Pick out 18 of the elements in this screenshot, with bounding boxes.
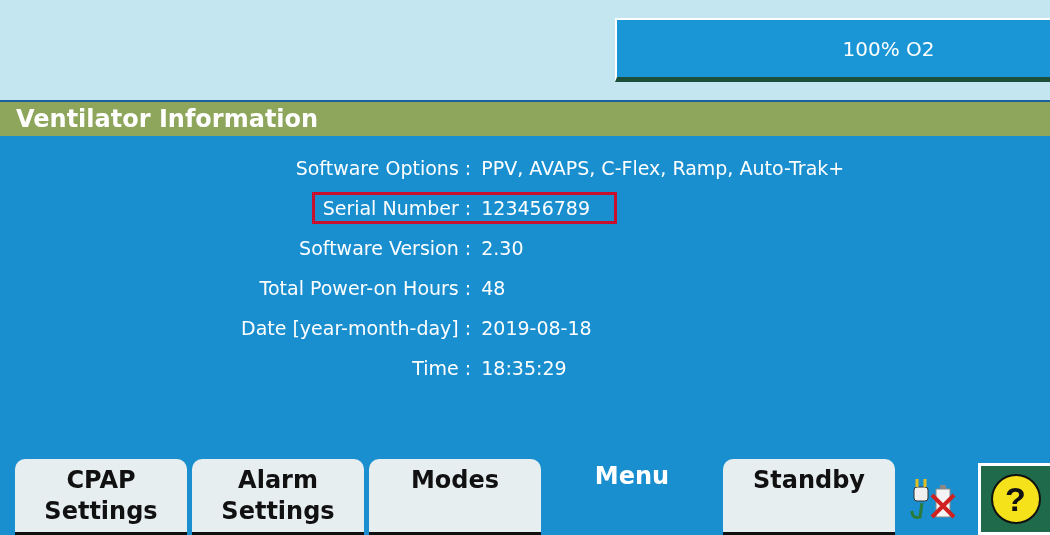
help-button[interactable]: ? [978,463,1050,535]
info-label: Serial Number : [311,192,482,224]
tab[interactable]: Standby [723,459,895,535]
tab[interactable]: CPAP Settings [15,459,187,535]
info-label: Software Version : [298,236,473,261]
tab[interactable]: Alarm Settings [192,459,364,535]
tab[interactable]: Modes [369,459,541,535]
info-label: Time : [411,356,473,381]
info-value: 2019-08-18 [481,316,593,341]
info-value: PPV, AVAPS, C-Flex, Ramp, Auto-Trak+ [481,156,846,181]
info-value: 48 [481,276,507,301]
info-label: Date [year-month-day] : [240,316,473,341]
info-value: 18:35:29 [481,356,568,381]
info-label: Software Options : [294,156,473,181]
info-label: Total Power-on Hours : [258,276,473,301]
info-value: 2.30 [481,236,525,261]
info-value: 123456789 [481,192,617,224]
panel-title: Ventilator Information [16,105,319,133]
